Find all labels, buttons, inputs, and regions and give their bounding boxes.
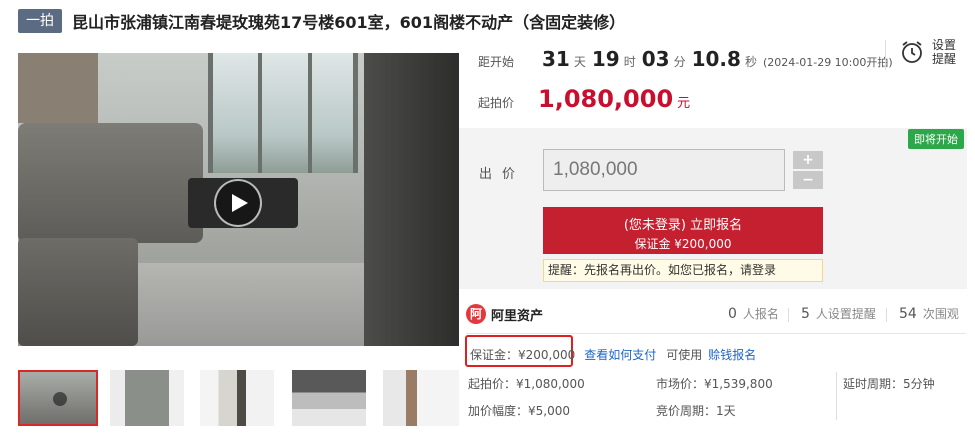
hours-unit: 时 [623,55,636,69]
registered-label: 人报名 [742,307,779,321]
window-scene [208,53,358,173]
alarm-clock-icon [902,41,922,63]
set-reminder-label: 设置提醒 [932,38,957,66]
floor-scene [128,263,368,346]
platform-stats: 阿 阿里资产 0 人报名 5 人设置提醒 54 次围观 [466,302,966,326]
seconds-unit: 秒 [744,55,757,69]
starting-price-unit: 元 [677,96,691,111]
views-label: 次围观 [922,307,959,321]
reminder-stat: 5 人设置提醒 [801,305,876,322]
status-badge: 即将开始 [908,129,964,149]
start-time: (2024-01-29 10:00开拍) [762,56,893,69]
countdown-minutes: 03 [641,47,670,71]
views-stat: 54 次围观 [899,305,959,322]
reminder-label: 人设置提醒 [815,307,876,321]
detail-delay-period: 延时周期：5分钟 [843,377,935,391]
countdown-days: 31 [542,47,570,71]
register-button-label: (您未登录) 立即报名 [623,218,743,233]
how-to-pay-link[interactable]: 查看如何支付 [584,346,656,363]
thumbnail-strip [18,370,459,426]
starting-price-value: 1,080,000 [538,85,674,113]
starting-price-label: 起拍价 [478,96,515,110]
set-reminder-button[interactable]: 设置提醒 [900,38,960,66]
days-unit: 天 [573,55,586,69]
chair-scene [18,238,138,346]
register-now-button[interactable]: (您未登录) 立即报名 保证金 ¥200,000 [543,207,823,254]
bid-amount-input[interactable]: 1,080,000 [543,149,785,191]
login-tip: 提醒：先报名再出价。如您已报名，请登录 [543,259,823,282]
thumbnail-photo[interactable] [292,370,366,426]
decrease-bid-button[interactable]: − [793,171,823,189]
platform-name: 阿里资产 [491,308,544,324]
countdown-seconds: 10.8 [691,47,741,71]
divider [788,308,789,322]
divider [886,308,887,322]
deposit-row: 保证金：¥200,000 查看如何支付 可使用 赊钱报名 [470,346,756,363]
title-row: 一拍 昆山市张浦镇江南春堤玫瑰苑17号楼601室，601阁楼不动产（含固定装修） [18,8,625,34]
divider [836,372,837,420]
loan-signup-link[interactable]: 赊钱报名 [708,346,756,363]
thumbnail-video[interactable] [18,370,98,426]
reminder-count: 5 [801,306,810,322]
sofa-scene [18,123,203,243]
registered-stat: 0 人报名 [728,305,779,322]
detail-start-price: 起拍价：¥1,080,000 [468,377,585,391]
starting-price-row: 起拍价 1,080,000 元 [478,85,690,113]
auction-round-badge: 一拍 [18,9,62,33]
detail-bid-period: 竞价周期：1天 [656,404,736,418]
ali-assets-logo: 阿 阿里资产 [466,304,543,324]
play-icon[interactable] [214,179,262,227]
countdown-label: 距开始 [478,55,515,69]
registered-count: 0 [728,306,737,322]
usable-label: 可使用 [666,348,703,362]
main-video-preview[interactable] [18,53,459,346]
ali-logo-icon: 阿 [466,304,486,324]
countdown: 距开始 31 天 19 时 03 分 10.8 秒 (2024-01-29 10… [478,47,893,71]
views-count: 54 [899,306,917,322]
thumbnail-photo[interactable] [110,370,184,426]
bid-panel: 即将开始 出价 1,080,000 + − (您未登录) 立即报名 保证金 ¥2… [459,128,967,289]
register-button-deposit: 保证金 ¥200,000 [634,237,732,251]
divider [466,333,966,334]
cabinet-scene [364,53,459,346]
countdown-hours: 19 [591,47,620,71]
deposit-amount: 保证金：¥200,000 [470,348,576,362]
increase-bid-button[interactable]: + [793,151,823,169]
thumbnail-photo[interactable] [200,370,274,426]
play-icon [53,392,67,406]
minutes-unit: 分 [673,55,686,69]
wall-art [18,53,98,123]
divider [885,40,886,70]
detail-market-price: 市场价：¥1,539,800 [656,377,773,391]
thumbnail-photo[interactable] [383,370,459,426]
bid-label: 出价 [479,167,526,182]
page-title: 昆山市张浦镇江南春堤玫瑰苑17号楼601室，601阁楼不动产（含固定装修） [72,13,626,32]
detail-increment: 加价幅度：¥5,000 [468,404,570,418]
